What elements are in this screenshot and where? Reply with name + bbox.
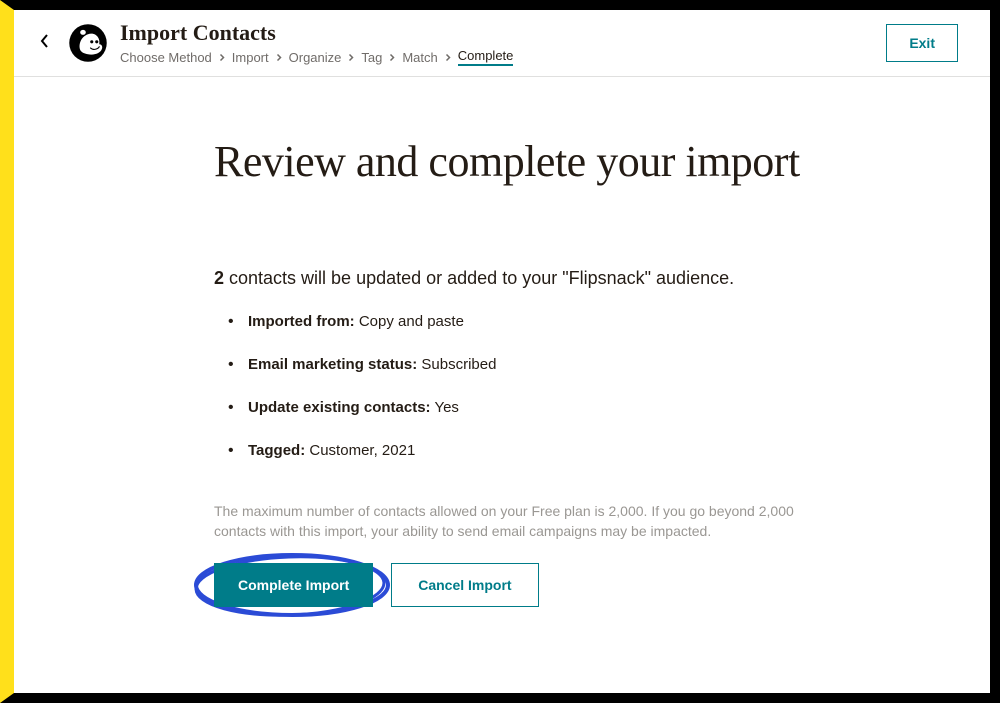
detail-value: Copy and paste [355, 313, 464, 330]
breadcrumb-step-import[interactable]: Import [232, 50, 269, 65]
detail-list: Imported from: Copy and paste Email mark… [214, 311, 894, 461]
chevron-right-icon [389, 50, 395, 65]
headline: Review and complete your import [214, 137, 894, 188]
detail-label: Tagged: [248, 442, 305, 459]
page-title: Import Contacts [120, 20, 513, 46]
main-content: Review and complete your import 2 contac… [14, 77, 990, 607]
breadcrumb-step-tag[interactable]: Tag [361, 50, 382, 65]
breadcrumb-step-match[interactable]: Match [402, 50, 437, 65]
breadcrumb-step-organize[interactable]: Organize [289, 50, 342, 65]
detail-tagged: Tagged: Customer, 2021 [248, 440, 894, 461]
detail-imported-from: Imported from: Copy and paste [248, 311, 894, 332]
header-left: Import Contacts Choose Method Import Org… [34, 20, 513, 66]
detail-email-status: Email marketing status: Subscribed [248, 354, 894, 375]
app-frame: Import Contacts Choose Method Import Org… [0, 0, 1000, 703]
detail-label: Imported from: [248, 313, 355, 330]
detail-label: Update existing contacts: [248, 399, 431, 416]
mailchimp-logo-icon [68, 23, 108, 63]
header-bar: Import Contacts Choose Method Import Org… [14, 10, 990, 77]
detail-label: Email marketing status: [248, 356, 417, 373]
breadcrumb-step-complete[interactable]: Complete [458, 48, 514, 66]
breadcrumb: Choose Method Import Organize Tag Match … [120, 48, 513, 66]
summary-text: contacts will be updated or added to you… [224, 268, 734, 288]
chevron-right-icon [276, 50, 282, 65]
plan-disclaimer: The maximum number of contacts allowed o… [214, 501, 844, 542]
breadcrumb-step-choose-method[interactable]: Choose Method [120, 50, 212, 65]
summary-line: 2 contacts will be updated or added to y… [214, 268, 894, 289]
detail-value: Yes [431, 399, 459, 416]
chevron-right-icon [445, 50, 451, 65]
contact-count: 2 [214, 268, 224, 288]
detail-value: Subscribed [417, 356, 496, 373]
back-button[interactable] [34, 32, 56, 54]
action-row: Complete Import Cancel Import [214, 563, 894, 607]
chevron-left-icon [40, 34, 50, 53]
complete-import-button[interactable]: Complete Import [214, 563, 373, 607]
title-block: Import Contacts Choose Method Import Org… [120, 20, 513, 66]
detail-update-existing: Update existing contacts: Yes [248, 397, 894, 418]
exit-button[interactable]: Exit [886, 24, 958, 62]
chevron-right-icon [219, 50, 225, 65]
detail-value: Customer, 2021 [305, 442, 415, 459]
cancel-import-button[interactable]: Cancel Import [391, 563, 538, 607]
chevron-right-icon [348, 50, 354, 65]
